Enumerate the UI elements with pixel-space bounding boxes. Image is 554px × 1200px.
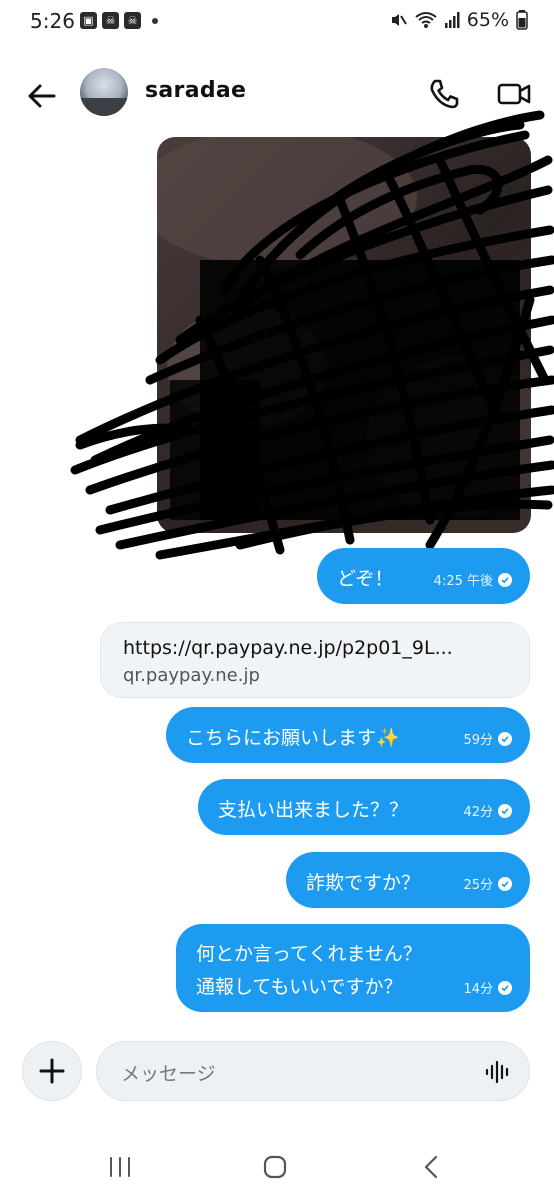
- message-placeholder: メッセージ: [121, 1063, 216, 1085]
- link-domain: qr.paypay.ne.jp: [123, 665, 260, 686]
- photo-content: [157, 137, 531, 517]
- message-text-line1: 何とか言ってくれません？: [196, 943, 422, 965]
- status-time: 5:26: [30, 9, 75, 33]
- link-url[interactable]: https://qr.paypay.ne.jp/p2p01_9L...: [123, 637, 453, 659]
- message-text: 支払い出来ました？？: [218, 799, 409, 821]
- sent-message[interactable]: 支払い出来ました？？ 42分: [198, 779, 530, 835]
- message-time: 59分: [463, 733, 493, 748]
- sent-message[interactable]: 何とか言ってくれません？ 通報してもいいですか？ 14分: [176, 924, 530, 1012]
- read-check-icon: [498, 803, 512, 818]
- message-time: 42分: [463, 805, 493, 820]
- add-attachment-button[interactable]: [22, 1041, 82, 1101]
- read-check-icon: [498, 980, 512, 995]
- link-preview[interactable]: https://qr.paypay.ne.jp/p2p01_9L... qr.p…: [100, 622, 530, 698]
- recent-apps-icon[interactable]: [107, 1154, 133, 1180]
- username[interactable]: saradae: [145, 78, 246, 103]
- back-arrow-icon[interactable]: [22, 76, 62, 116]
- message-text-line2: 通報してもいいですか？: [196, 976, 403, 998]
- message-time: 14分: [463, 982, 493, 997]
- chat-header: saradae: [0, 50, 554, 136]
- sent-message[interactable]: どぞ！ 4:25 午後: [317, 548, 530, 604]
- battery-percent: 65%: [466, 9, 509, 31]
- video-icon[interactable]: [496, 76, 532, 112]
- message-time: 4:25 午後: [433, 574, 493, 589]
- signal-icon: [444, 12, 460, 28]
- read-check-icon: [498, 731, 512, 746]
- system-navigation-bar: [0, 1140, 554, 1200]
- image-message[interactable]: [157, 137, 531, 533]
- system-back-icon[interactable]: [420, 1154, 442, 1180]
- skull-icon: ☠: [102, 12, 119, 29]
- status-bar: 5:26 ▣ ☠ ☠ 65%: [0, 0, 554, 44]
- message-text: 詐欺ですか？: [306, 872, 421, 894]
- battery-icon: [516, 10, 528, 30]
- sent-message[interactable]: 詐欺ですか？ 25分: [286, 852, 530, 908]
- gallery-icon: ▣: [80, 12, 97, 29]
- mute-icon: [391, 14, 407, 26]
- read-check-icon: [498, 572, 512, 587]
- wifi-icon: [415, 12, 437, 28]
- avatar[interactable]: [80, 68, 128, 116]
- message-text: こちらにお願いします✨: [186, 727, 400, 749]
- home-icon[interactable]: [262, 1154, 288, 1180]
- read-check-icon: [498, 876, 512, 891]
- message-time: 25分: [463, 878, 493, 893]
- voice-message-icon[interactable]: [485, 1060, 511, 1084]
- sent-message[interactable]: こちらにお願いします✨ 59分: [166, 707, 530, 763]
- notification-dot-icon: [152, 17, 158, 24]
- message-text: どぞ！: [337, 568, 394, 590]
- message-input[interactable]: メッセージ: [96, 1041, 530, 1101]
- skull-icon: ☠: [124, 12, 141, 29]
- plus-icon: [39, 1058, 65, 1084]
- phone-icon[interactable]: [426, 76, 462, 112]
